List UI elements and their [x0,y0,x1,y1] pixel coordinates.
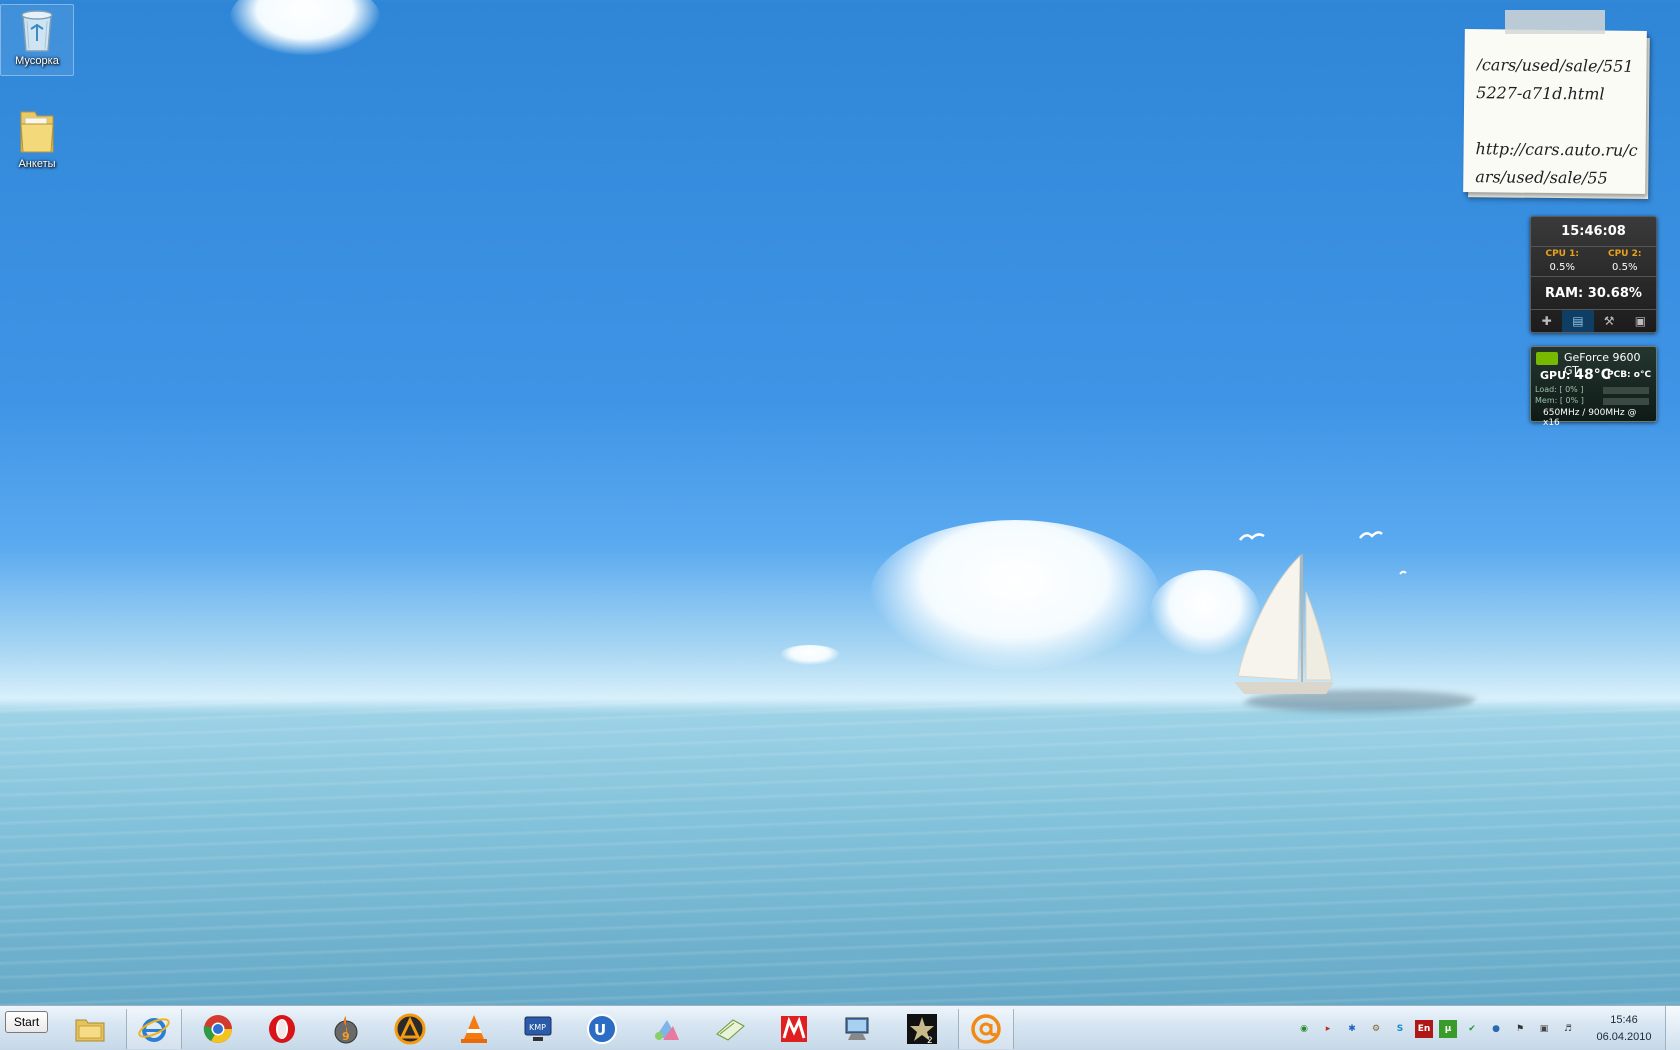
cpu-meter-gadget[interactable]: 15:46:08 CPU 1: 0.5% CPU 2: 0.5% RAM: 30… [1530,216,1657,333]
graph-icon[interactable]: ▤ [1562,310,1594,332]
at-icon [971,1014,1001,1044]
plus-icon[interactable]: ✚ [1531,310,1562,332]
vlc-icon [461,1015,487,1043]
gear-icon[interactable]: ⚙ [1367,1020,1385,1038]
taskbar-chrome[interactable] [190,1009,246,1049]
taskbar-u-app[interactable]: U [574,1009,630,1049]
metro-icon [781,1016,807,1042]
taskbar-aimp[interactable] [382,1009,438,1049]
u-icon: U [587,1014,617,1044]
kmplayer-icon: KMP [524,1016,552,1041]
chrome-icon [203,1015,232,1043]
taskbar-burner[interactable]: 9 [318,1009,374,1049]
check-icon[interactable]: ✔ [1463,1020,1481,1038]
sticky-note[interactable]: /cars/used/sale/5515227-a71d.html http:/… [1463,29,1647,194]
taskbar-internet-explorer[interactable] [126,1009,182,1049]
language-icon[interactable]: En [1415,1020,1433,1038]
clock-date: 06.04.2010 [1596,1031,1652,1043]
skype-icon[interactable]: S [1391,1020,1409,1038]
cpu2-value: 0.5% [1612,262,1638,273]
wallpaper-cloud-small [780,645,840,665]
gpu-mem: Mem: [ 0% ] [1535,396,1584,405]
recycle-bin-icon [21,10,53,52]
aimp-icon [394,1013,426,1045]
nvidia-logo-icon [1536,352,1558,365]
svg-text:U: U [594,1021,606,1039]
taskbar-clock[interactable]: 15:46 06.04.2010 [1588,1012,1660,1046]
cpu1-label: CPU 1: [1545,249,1579,259]
globe-icon[interactable]: ● [1487,1020,1505,1038]
volume-icon[interactable]: ♬ [1559,1020,1577,1038]
wallpaper-cloud-main [870,520,1160,670]
flag-icon[interactable]: ⚑ [1511,1020,1529,1038]
taskbar-notebook[interactable] [702,1009,758,1049]
opera-icon [269,1015,295,1043]
ie-icon [138,1018,170,1042]
gpu-load-bar [1603,387,1649,394]
monitor-icon [845,1017,869,1040]
taskbar-opera[interactable] [254,1009,310,1049]
sticky-note-tape [1505,10,1605,34]
taskbar-kmplayer[interactable]: KMP [510,1009,566,1049]
start-button[interactable]: Start [5,1011,48,1033]
clock-time: 15:46 [1610,1014,1638,1026]
taskbar-star2[interactable]: 2 [894,1009,950,1049]
taskbar-vlc[interactable] [446,1009,502,1049]
gpu-temp-label: GPU: [1540,369,1571,382]
gpu-temp-value: 48°C [1574,367,1612,383]
svg-text:2: 2 [927,1036,933,1046]
star-icon: 2 [907,1014,937,1046]
cpu-core-2: CPU 2: 0.5% [1594,247,1657,276]
desktop-icon-label: Анкеты [18,158,56,170]
cpu-gadget-toolbar: ✚ ▤ ⚒ ▣ [1531,310,1656,332]
system-tray: ◉ ▸ ✱ ⚙ S En µ ✔ ● ⚑ ▣ ♬ [1295,1020,1577,1038]
gpu-monitor-gadget[interactable]: GeForce 9600 GT GPU: 48°C PCB: o°C Load:… [1530,346,1657,428]
desktop-icon-label: Мусорка [15,55,59,67]
taskbar-mail-agent[interactable] [958,1009,1014,1049]
desktop-icon-recycle-bin[interactable]: Мусорка [0,4,74,76]
taskbar-network-computer[interactable] [830,1009,886,1049]
cpu1-value: 0.5% [1549,262,1575,273]
eye-icon[interactable]: ◉ [1295,1020,1313,1038]
taskbar: Start 9 KMP U 2 ◉ ▸ ✱ ⚙ S En µ ✔ ● ⚑ ▣ ♬… [0,1005,1680,1050]
desktop-icon-folder[interactable]: Анкеты [0,106,74,170]
burner-icon: 9 [334,1016,358,1044]
utorrent-icon[interactable]: µ [1439,1020,1457,1038]
cpu2-label: CPU 2: [1607,249,1642,259]
speaker-red-icon[interactable]: ▸ [1319,1020,1337,1038]
lightning-icon[interactable]: ✱ [1343,1020,1361,1038]
gpu-mem-bar [1603,398,1649,405]
folder-icon [75,1019,105,1042]
notebook-icon [716,1019,745,1041]
ram-usage: RAM: 30.68% [1531,277,1656,310]
folder-icon [20,111,54,153]
sticky-note-text[interactable]: /cars/used/sale/5515227-a71d.html http:/… [1475,51,1642,193]
gpu-clocks: 650MHz / 900MHz @ x16 [1543,408,1637,428]
wrench-icon[interactable]: ⚒ [1594,310,1625,332]
wallpaper-sea [0,700,1680,1005]
svg-text:9: 9 [342,1030,350,1043]
gpu-temp: GPU: 48°C [1540,367,1611,383]
wallpaper-cloud-top [230,0,380,55]
gpu-pcb-temp: PCB: o°C [1607,370,1652,380]
gpu-load: Load: [ 0% ] [1535,385,1584,394]
taskbar-explorer[interactable] [62,1009,118,1049]
taskbar-paint-tool[interactable] [638,1009,694,1049]
lock-icon[interactable]: ▣ [1625,310,1656,332]
cpu-cores: CPU 1: 0.5% CPU 2: 0.5% [1531,247,1656,277]
network-icon[interactable]: ▣ [1535,1020,1553,1038]
cpu-gadget-clock: 15:46:08 [1531,217,1656,247]
taskbar-metro[interactable] [766,1009,822,1049]
cpu-core-1: CPU 1: 0.5% [1531,247,1594,276]
show-desktop-button[interactable] [1665,1006,1680,1050]
svg-text:KMP: KMP [529,1023,546,1032]
wallpaper-seagulls [1239,531,1407,575]
paint-icon [655,1020,679,1040]
